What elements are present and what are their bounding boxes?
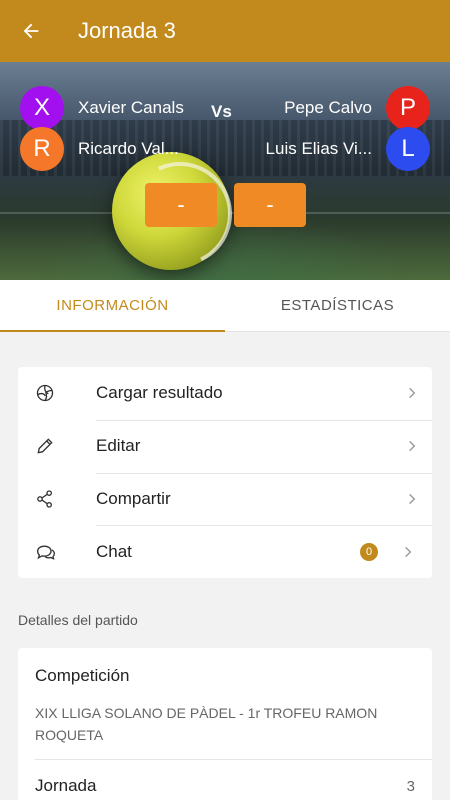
- actions-card: Cargar resultado Editar Compartir Chat 0: [18, 367, 432, 578]
- menu-item-chat[interactable]: Chat 0: [18, 525, 432, 578]
- player-left-2[interactable]: R Ricardo Val...: [20, 127, 198, 171]
- player-left-1[interactable]: X Xavier Canals: [20, 86, 198, 130]
- player-name: Pepe Calvo: [284, 98, 372, 117]
- tab-informacion[interactable]: INFORMACIÓN: [0, 280, 225, 332]
- menu-item-label: Chat: [96, 541, 132, 561]
- divider: [35, 759, 432, 760]
- menu-item-compartir[interactable]: Compartir: [18, 472, 432, 526]
- menu-item-label: Compartir: [96, 488, 171, 508]
- player-name: Ricardo Val...: [78, 139, 179, 158]
- chat-icon: [36, 545, 56, 560]
- player-name: Luis Elias Vi...: [265, 139, 372, 158]
- chevron-right-icon: [405, 546, 412, 557]
- menu-item-cargar-resultado[interactable]: Cargar resultado: [18, 367, 432, 420]
- vs-label: Vs: [211, 102, 232, 121]
- competition-label: Competición: [35, 666, 130, 685]
- round-label: Jornada: [35, 776, 97, 795]
- chevron-right-icon: [409, 440, 416, 452]
- menu-item-editar[interactable]: Editar: [18, 419, 432, 473]
- volleyball-icon: [36, 385, 54, 402]
- chevron-right-icon: [409, 493, 416, 505]
- player-right-1[interactable]: P Pepe Calvo: [252, 86, 430, 130]
- chat-count-badge: 0: [360, 542, 378, 561]
- avatar: X: [20, 86, 64, 130]
- score-left-button[interactable]: -: [145, 183, 217, 227]
- menu-item-label: Editar: [96, 436, 141, 456]
- menu-item-label: Cargar resultado: [96, 383, 223, 403]
- avatar: P: [386, 86, 430, 130]
- chevron-right-icon: [409, 388, 416, 399]
- avatar: R: [20, 127, 64, 171]
- page-title: Jornada 3: [78, 18, 176, 43]
- pencil-icon: [37, 438, 53, 454]
- back-button[interactable]: [0, 0, 62, 62]
- section-label-detalles: Detalles del partido: [18, 612, 138, 628]
- round-value: 3: [406, 778, 415, 795]
- match-details-card: Competición XIX LLIGA SOLANO DE PÀDEL - …: [18, 648, 432, 800]
- player-right-2[interactable]: L Luis Elias Vi...: [252, 127, 430, 171]
- player-name: Xavier Canals: [78, 98, 184, 117]
- avatar: L: [386, 127, 430, 171]
- match-header: X Xavier Canals R Ricardo Val... Vs P Pe…: [0, 62, 450, 280]
- tab-bar: INFORMACIÓN ESTADÍSTICAS: [0, 280, 450, 332]
- arrow-left-icon: [23, 23, 39, 39]
- app-bar: Jornada 3: [0, 0, 450, 62]
- competition-value: XIX LLIGA SOLANO DE PÀDEL - 1r TROFEU RA…: [35, 705, 378, 743]
- share-icon: [37, 490, 52, 508]
- score-right-button[interactable]: -: [234, 183, 306, 227]
- tab-estadisticas[interactable]: ESTADÍSTICAS: [225, 280, 450, 331]
